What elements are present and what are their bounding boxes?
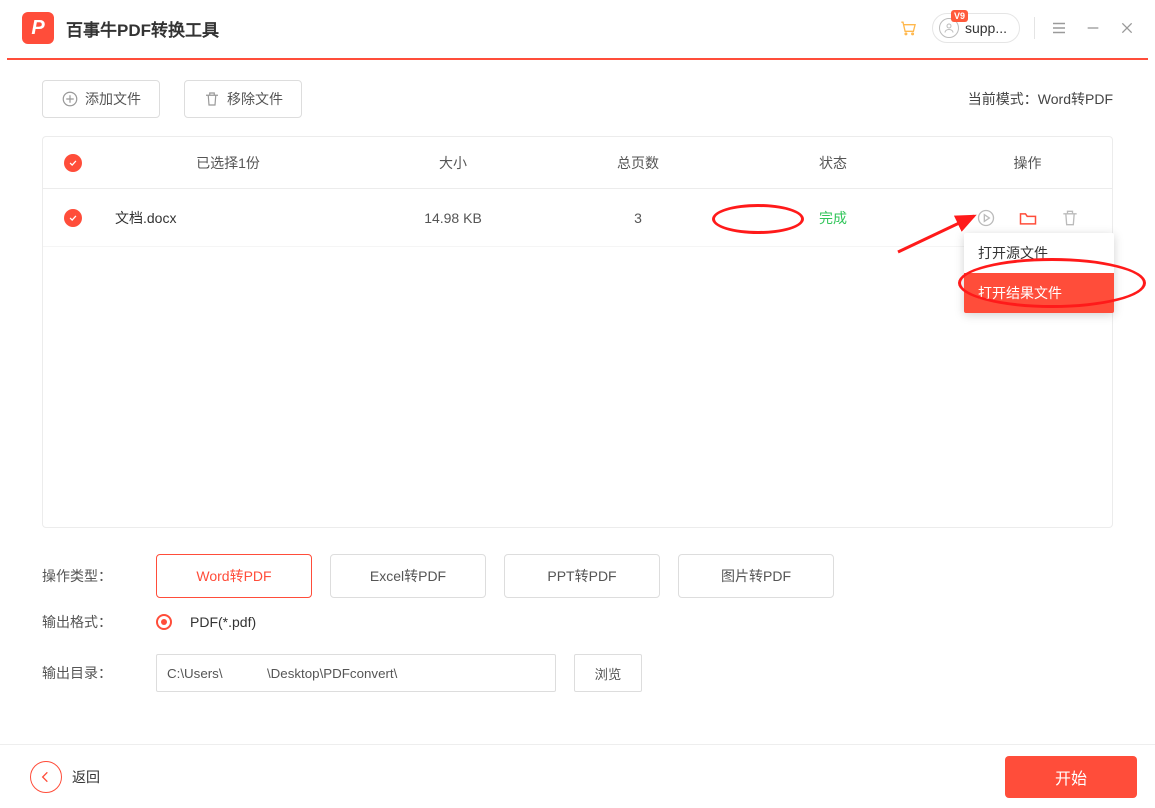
col-selected: 已选择1份 [103,153,353,173]
delete-row-icon[interactable] [1059,207,1081,229]
back-arrow-icon [30,761,62,793]
format-radio[interactable] [156,614,172,630]
format-value: PDF(*.pdf) [190,614,256,630]
type-image-to-pdf[interactable]: 图片转PDF [678,554,834,598]
options-area: 操作类型： Word转PDF Excel转PDF PPT转PDF 图片转PDF … [0,528,1155,716]
trash-icon [203,90,221,108]
account-name: supp... [965,20,1007,36]
row-pages: 3 [553,210,723,226]
row-actions: 打开源文件 打开结果文件 [943,207,1112,229]
titlebar-right: V9 supp... [898,13,1137,43]
toolbar: 添加文件 移除文件 当前模式：Word转PDF [0,60,1155,130]
type-excel-to-pdf[interactable]: Excel转PDF [330,554,486,598]
file-table: 已选择1份 大小 总页数 状态 操作 文档.docx 14.98 KB 3 完成 [42,136,1113,528]
plus-circle-icon [61,90,79,108]
vip-badge: V9 [951,10,968,22]
row-checkbox[interactable] [64,209,82,227]
app-logo-icon: P [22,12,54,44]
dir-input[interactable] [156,654,556,692]
add-file-label: 添加文件 [85,89,141,109]
start-button[interactable]: 开始 [1005,756,1137,798]
open-result-item[interactable]: 打开结果文件 [964,273,1114,313]
select-all-checkbox[interactable] [64,154,82,172]
footer-bar: 返回 开始 [0,744,1155,808]
account-chip[interactable]: V9 supp... [932,13,1020,43]
play-icon[interactable] [975,207,997,229]
table-header: 已选择1份 大小 总页数 状态 操作 [43,137,1112,189]
format-row: 输出格式： PDF(*.pdf) [42,612,1113,632]
close-icon[interactable] [1117,18,1137,38]
row-filename: 文档.docx [103,208,353,228]
type-word-to-pdf[interactable]: Word转PDF [156,554,312,598]
menu-icon[interactable] [1049,18,1069,38]
app-title: 百事牛PDF转换工具 [66,16,219,41]
dir-row: 输出目录： 浏览 [42,654,1113,692]
col-actions: 操作 [943,153,1112,173]
dir-label: 输出目录： [42,663,138,683]
remove-file-button[interactable]: 移除文件 [184,80,302,118]
add-file-button[interactable]: 添加文件 [42,80,160,118]
type-row: 操作类型： Word转PDF Excel转PDF PPT转PDF 图片转PDF [42,554,1113,598]
cart-icon[interactable] [898,18,918,38]
back-button[interactable]: 返回 [30,761,100,793]
open-popover: 打开源文件 打开结果文件 [964,233,1114,313]
browse-button[interactable]: 浏览 [574,654,642,692]
row-size: 14.98 KB [353,210,553,226]
type-label: 操作类型： [42,566,138,586]
format-label: 输出格式： [42,612,138,632]
open-folder-icon[interactable] [1017,207,1039,229]
remove-file-label: 移除文件 [227,89,283,109]
col-pages: 总页数 [553,153,723,173]
minimize-icon[interactable] [1083,18,1103,38]
row-status: 完成 [723,208,943,228]
app-logo-letter: P [31,17,44,40]
separator [1034,17,1035,39]
table-row: 文档.docx 14.98 KB 3 完成 打开源文件 打开结果文件 [43,189,1112,247]
back-label: 返回 [72,767,100,787]
mode-label: 当前模式：Word转PDF [968,89,1113,109]
open-source-item[interactable]: 打开源文件 [964,233,1114,273]
col-size: 大小 [353,153,553,173]
title-bar: P 百事牛PDF转换工具 V9 supp... [0,0,1155,56]
type-ppt-to-pdf[interactable]: PPT转PDF [504,554,660,598]
col-status: 状态 [723,153,943,173]
